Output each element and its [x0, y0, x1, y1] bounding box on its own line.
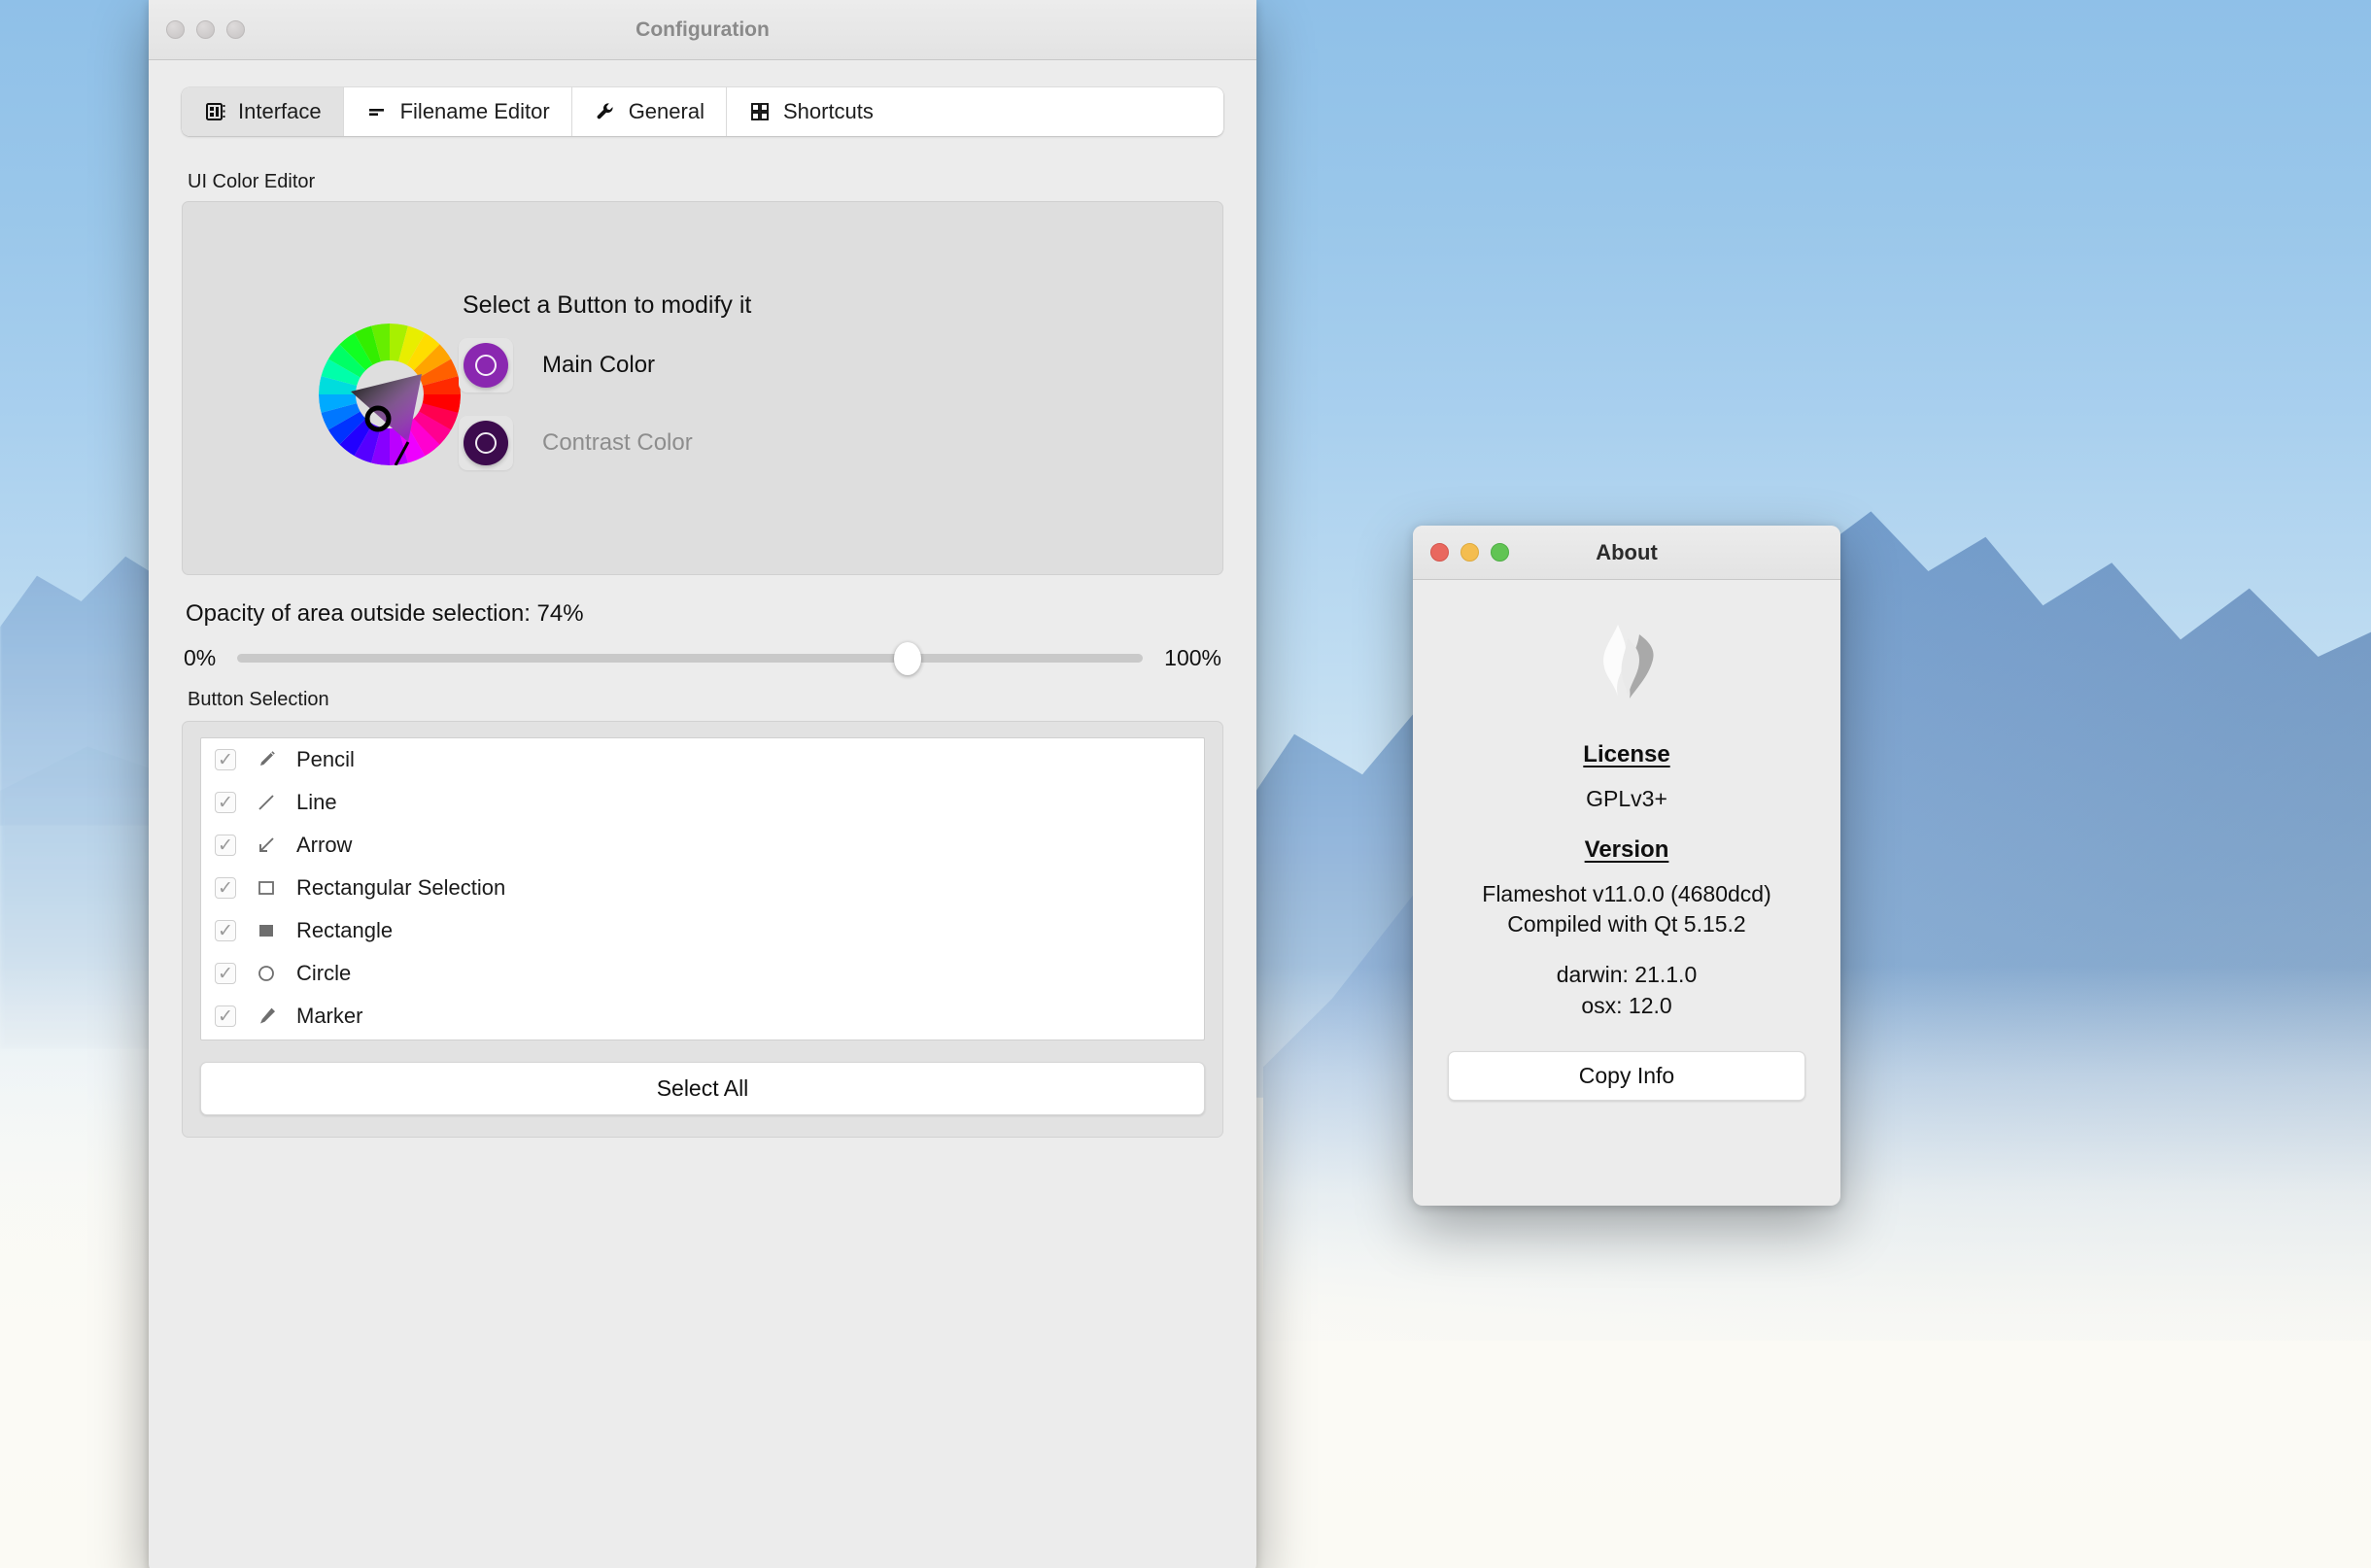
minimize-button[interactable] — [196, 20, 215, 39]
configuration-traffic-lights[interactable] — [149, 20, 245, 39]
version-line-2: Compiled with Qt 5.15.2 — [1507, 911, 1746, 937]
about-titlebar[interactable]: About — [1413, 526, 1840, 580]
rect-outline-icon — [254, 875, 279, 901]
tab-filename-editor-label: Filename Editor — [399, 99, 550, 123]
version-line-1: Flameshot v11.0.0 (4680dcd) — [1482, 880, 1771, 906]
tab-interface-label: Interface — [238, 99, 322, 123]
grid-squares-icon — [748, 100, 773, 124]
list-item[interactable]: ✓ Circle — [201, 952, 1204, 995]
checkbox-line[interactable]: ✓ — [215, 792, 236, 813]
arrow-icon — [254, 833, 279, 858]
desktop: Configuration Interface Filename Editor … — [0, 0, 2371, 1568]
color-wheel[interactable] — [319, 324, 461, 466]
color-editor-prompt: Select a Button to modify it — [463, 291, 752, 319]
contrast-color-ring — [475, 432, 497, 454]
main-color-dot[interactable] — [464, 343, 508, 388]
tab-general-label: General — [628, 99, 704, 123]
copy-info-button[interactable]: Copy Info — [1448, 1050, 1805, 1101]
marker-icon — [254, 1004, 279, 1029]
zoom-button[interactable] — [226, 20, 245, 39]
line-icon — [254, 790, 279, 815]
button-selection-list[interactable]: ✓ Pencil ✓ Line ✓ Arrow ✓ Rectangular Selection… — [200, 737, 1205, 1040]
tab-filename-editor[interactable]: Filename Editor — [343, 87, 572, 136]
checkbox-arrow[interactable]: ✓ — [215, 835, 236, 856]
list-item-label: Circle — [296, 961, 352, 985]
about-traffic-lights[interactable] — [1413, 543, 1509, 562]
filename-editor-icon — [365, 100, 390, 124]
list-item[interactable]: ✓Text — [201, 1038, 1204, 1040]
opacity-max-label: 100% — [1164, 645, 1221, 670]
list-item[interactable]: ✓ Pencil — [201, 738, 1204, 781]
platform-line-1: darwin: 21.1.0 — [1556, 962, 1698, 988]
checkbox-rect-filled[interactable]: ✓ — [215, 920, 236, 941]
checkbox-rect-outline[interactable]: ✓ — [215, 877, 236, 899]
interface-panel-icon — [203, 100, 227, 124]
list-item-label: Marker — [296, 1004, 363, 1028]
configuration-window-title: Configuration — [636, 17, 770, 41]
tab-shortcuts-label: Shortcuts — [782, 99, 874, 123]
main-color-row[interactable]: Main Color — [459, 338, 655, 392]
settings-tab-bar[interactable]: Interface Filename Editor General Shortc… — [182, 87, 1223, 136]
flameshot-flame-icon — [1585, 619, 1668, 702]
list-item-label: Pencil — [296, 747, 355, 771]
contrast-color-label: Contrast Color — [542, 429, 693, 456]
list-item-label: Arrow — [296, 833, 353, 857]
select-all-button[interactable]: Select All — [200, 1062, 1205, 1115]
list-item[interactable]: ✓ Rectangle — [201, 909, 1204, 952]
main-color-ring — [475, 355, 497, 376]
about-close-button[interactable] — [1430, 543, 1449, 562]
checkbox-pencil[interactable]: ✓ — [215, 749, 236, 770]
opacity-min-label: 0% — [184, 645, 217, 670]
list-item[interactable]: ✓ Arrow — [201, 824, 1204, 867]
about-minimize-button[interactable] — [1460, 543, 1479, 562]
contrast-color-dot[interactable] — [464, 421, 508, 465]
platform-line-2: osx: 12.0 — [1581, 992, 1672, 1018]
checkbox-circle[interactable]: ✓ — [215, 963, 236, 984]
contrast-color-row[interactable]: Contrast Color — [459, 416, 693, 470]
close-button[interactable] — [166, 20, 185, 39]
ui-color-editor-label: UI Color Editor — [188, 171, 316, 192]
circle-icon — [254, 961, 279, 986]
contrast-color-swatch-button[interactable] — [459, 416, 513, 470]
main-color-label: Main Color — [542, 352, 656, 378]
list-item[interactable]: ✓ Line — [201, 781, 1204, 824]
button-selection-box: ✓ Pencil ✓ Line ✓ Arrow ✓ Rectangular Selection… — [182, 721, 1223, 1138]
opacity-slider-row[interactable]: 0% 100% — [182, 641, 1223, 675]
ui-color-editor-box: Select a Button to modify it Main Color … — [182, 201, 1223, 575]
about-window[interactable]: About License GPLv3+ Version Flameshot v… — [1413, 526, 1840, 1206]
rect-filled-icon — [254, 918, 279, 943]
tab-interface[interactable]: Interface — [182, 87, 344, 136]
list-item[interactable]: ✓ Marker — [201, 995, 1204, 1038]
list-item[interactable]: ✓ Rectangular Selection — [201, 867, 1204, 909]
wrench-icon — [594, 100, 618, 124]
opacity-slider-track[interactable] — [237, 641, 1144, 675]
license-value: GPLv3+ — [1586, 786, 1667, 811]
tab-shortcuts[interactable]: Shortcuts — [726, 87, 895, 136]
list-item-label: Rectangular Selection — [296, 875, 506, 900]
configuration-window[interactable]: Configuration Interface Filename Editor … — [149, 0, 1256, 1568]
configuration-titlebar[interactable]: Configuration — [149, 0, 1256, 60]
license-heading: License — [1583, 741, 1670, 767]
about-zoom-button[interactable] — [1491, 543, 1509, 562]
pencil-icon — [254, 747, 279, 772]
interface-panel: UI Color Editor Select a Button to modif… — [182, 171, 1223, 1138]
main-color-swatch-button[interactable] — [459, 338, 513, 392]
button-selection-label: Button Selection — [188, 689, 329, 710]
list-item-label: Rectangle — [296, 918, 394, 942]
tab-general[interactable]: General — [571, 87, 727, 136]
opacity-title: Opacity of area outside selection: 74% — [186, 600, 584, 627]
list-item-label: Line — [296, 790, 337, 814]
opacity-slider-knob[interactable] — [893, 641, 921, 675]
about-content: License GPLv3+ Version Flameshot v11.0.0… — [1413, 580, 1840, 1101]
checkbox-marker[interactable]: ✓ — [215, 1006, 236, 1027]
version-heading: Version — [1584, 835, 1669, 863]
